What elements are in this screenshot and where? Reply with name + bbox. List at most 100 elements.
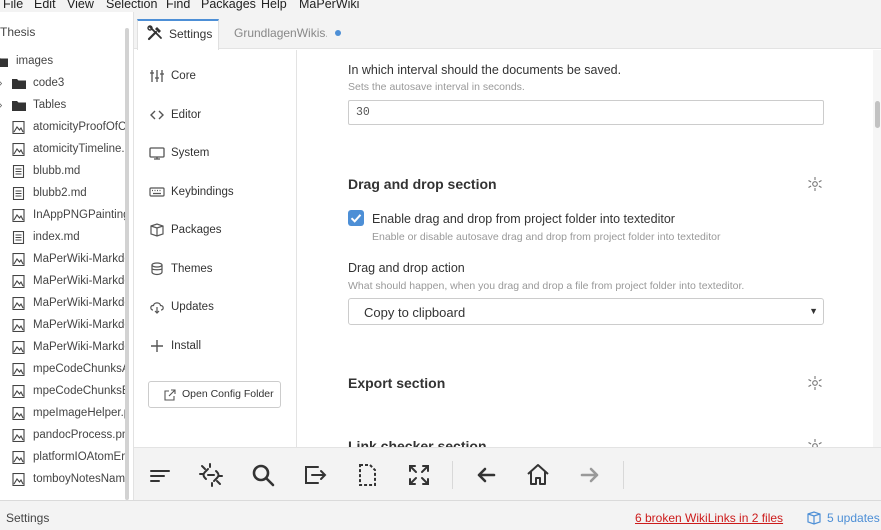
paintcan-icon [149,261,165,277]
broken-wikilinks-link[interactable]: 6 broken WikiLinks in 2 files [635,511,783,525]
open-config-folder-label: Open Config Folder [182,388,274,400]
image-file-icon [12,142,26,157]
package-settings-icon[interactable] [807,438,823,447]
menu-packages[interactable]: Packages [201,0,256,11]
tree-item-label: index.md [33,231,80,243]
tree-item-label: blubb.md [33,165,81,177]
chevron-down-icon: ▼ [809,306,818,316]
menu-maperwiki[interactable]: MaPerWiki [299,0,359,11]
tab-grundlagenwikis[interactable]: GrundlagenWikis.m [230,19,350,50]
updates-count-label: 5 updates [827,511,880,525]
image-file-icon [12,406,26,421]
wiki-toolbar [134,447,881,500]
image-file-icon [12,340,26,355]
tree-item-label: mpeCodeChunksA [33,363,129,375]
tree-root-folder[interactable]: Thesis [0,25,35,39]
home-icon[interactable] [525,462,551,488]
nav-item-label: System [171,147,210,159]
folder-icon [0,55,8,68]
dnd-checkbox-description: Enable or disable autosave drag and drop… [372,231,721,243]
tree-item-label: platformIOAtomEr [33,451,126,463]
image-file-icon [12,120,26,135]
menu-help[interactable]: Help [261,0,287,11]
nav-item-label: Keybindings [171,186,234,198]
image-file-icon [12,362,26,377]
nav-item-label: Updates [171,301,214,313]
package-settings-icon[interactable] [807,176,823,192]
image-file-icon [12,428,26,443]
folder-icon [12,99,26,112]
menu-view[interactable]: View [67,0,94,11]
sort-lines-icon[interactable] [147,462,173,488]
tab-bar: Settings GrundlagenWikis.m [134,12,881,50]
search-icon[interactable] [250,462,276,488]
tree-scrollbar[interactable] [125,28,129,500]
autosave-setting-title: In which interval should the documents b… [348,63,622,77]
checkmark-icon [350,214,362,223]
package-settings-icon[interactable] [807,375,823,391]
menu-bar: File Edit View Selection Find Packages H… [0,0,881,12]
menu-edit[interactable]: Edit [34,0,56,11]
image-file-icon [12,296,26,311]
tree-item-label: images [16,55,54,67]
chevron-right-icon[interactable]: › [0,100,2,111]
toolbar-separator [452,461,453,489]
back-arrow-icon[interactable] [473,462,499,488]
export-icon[interactable] [302,462,328,488]
dnd-action-select[interactable]: Copy to clipboard ▼ [348,298,824,325]
tree-item-label: MaPerWiki-Markdo [33,253,129,265]
tree-item-label: pandocProcess.pn [33,429,129,441]
unlink-icon[interactable] [198,462,224,488]
tools-icon [147,25,163,44]
new-file-icon[interactable] [354,462,380,488]
chevron-right-icon[interactable]: › [0,78,2,89]
menu-file[interactable]: File [3,0,23,11]
tree-item-label: atomicityTimeline. [33,143,125,155]
tree-item-label: code3 [33,77,65,89]
package-icon [806,510,822,529]
folder-icon [12,77,26,90]
status-bar: Settings 6 broken WikiLinks in 2 files 5… [0,500,881,530]
tree-item-label: MaPerWiki-Markdo [33,341,129,353]
settings-content: In which interval should the documents b… [298,50,881,447]
plus-icon [149,338,165,354]
nav-item-label: Themes [171,263,213,275]
nav-item-label: Install [171,340,202,352]
nav-item-label: Editor [171,109,202,121]
nav-item-label: Packages [171,224,222,236]
cloud-download-icon [149,299,165,315]
nav-item-label: Core [171,70,196,82]
tree-item-label: mpeImageHelper.p [33,407,129,419]
tree-item-label: InAppPNGPainting [33,209,129,221]
tree-item-label: tomboyNotesNam [33,473,126,485]
image-file-icon [12,384,26,399]
fullscreen-icon[interactable] [406,462,432,488]
image-file-icon [12,472,26,487]
export-section-title: Export section [348,375,446,391]
dnd-action-title: Drag and drop action [348,261,465,275]
open-config-folder-button[interactable]: Open Config Folder [148,381,281,408]
autosave-interval-input[interactable]: 30 [348,100,824,125]
tree-item-label: mpeCodeChunksB [33,385,129,397]
tab-settings[interactable]: Settings [137,19,219,50]
image-file-icon [12,274,26,289]
dnd-enable-checkbox[interactable] [348,210,364,226]
tree-item-label: blubb2.md [33,187,87,199]
dnd-section-title: Drag and drop section [348,176,497,192]
text-file-icon [12,186,26,201]
menu-find[interactable]: Find [166,0,190,11]
tree-item-label: MaPerWiki-Markdo [33,319,129,331]
forward-arrow-icon[interactable] [577,462,603,488]
modified-indicator[interactable] [335,30,341,36]
text-file-icon [12,164,26,179]
dnd-checkbox-label[interactable]: Enable drag and drop from project folder… [372,212,675,226]
dnd-action-description: What should happen, when you drag and dr… [348,280,745,292]
toolbar-separator [623,461,624,489]
settings-scrollbar-thumb[interactable] [875,101,880,128]
menu-selection[interactable]: Selection [106,0,157,11]
code-icon [149,107,165,123]
tree-view: Thesis images › code3 › Tables atomicityProof… [0,12,129,500]
sliders-icon [149,68,165,84]
status-current-item[interactable]: Settings [6,511,49,525]
image-file-icon [12,450,26,465]
